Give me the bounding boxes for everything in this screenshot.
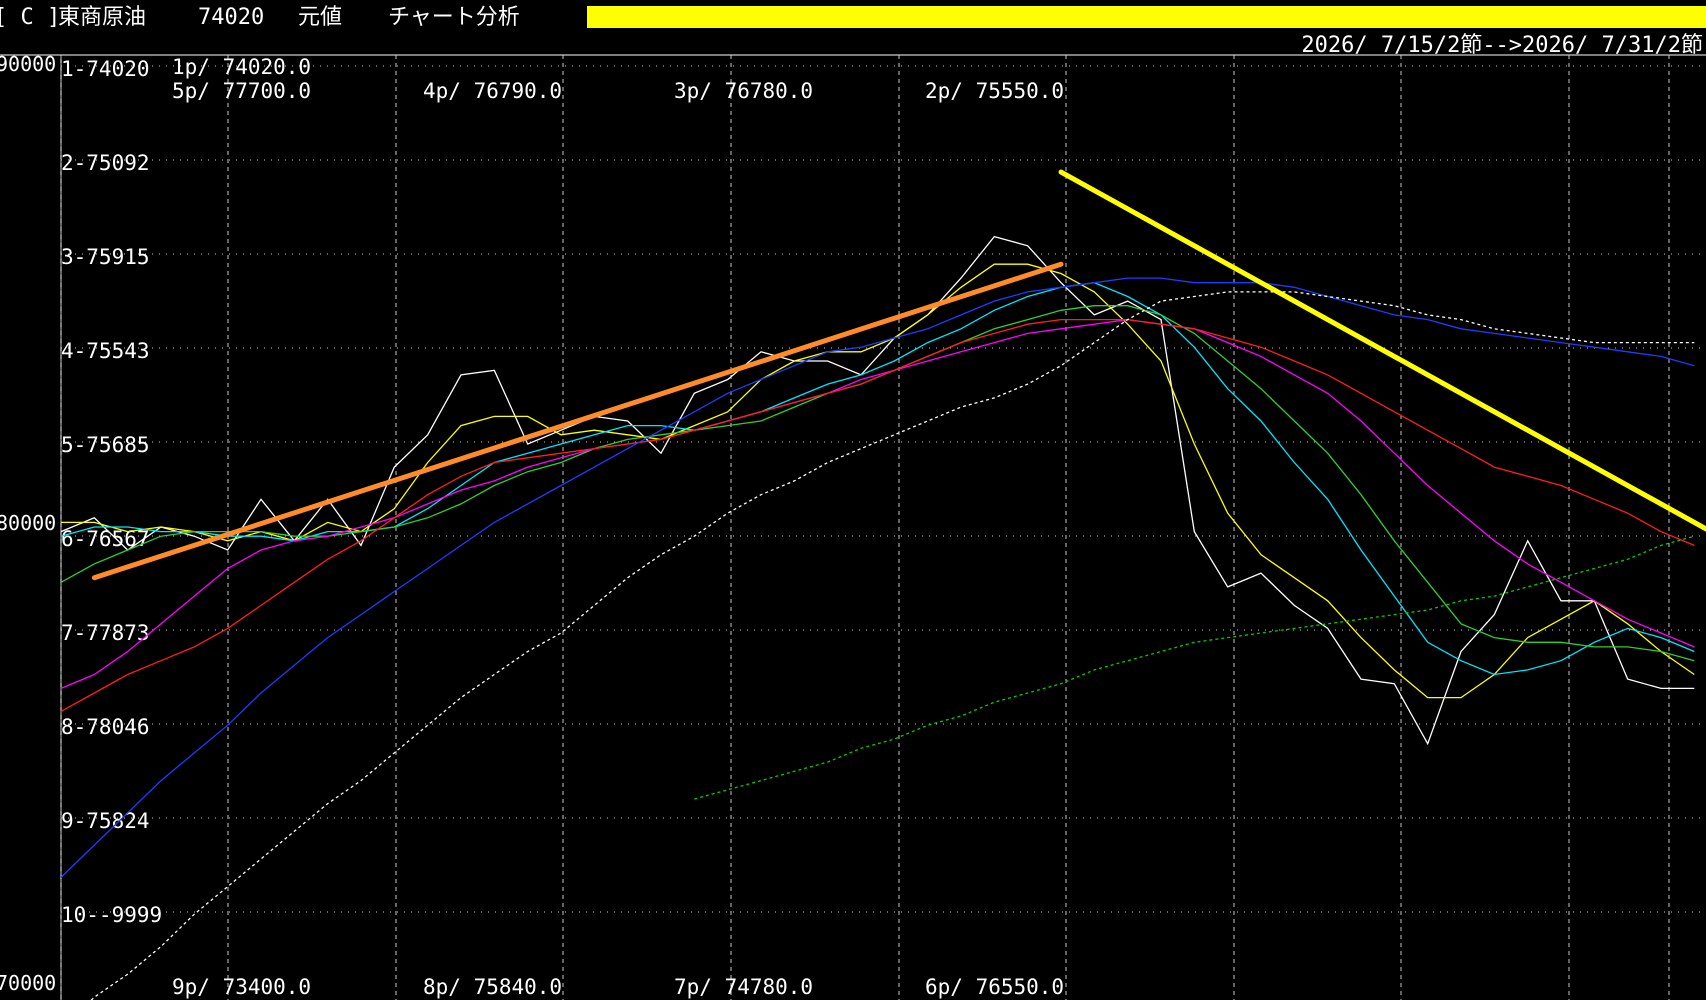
price-label-top: 5p/ 77700.0 [172,79,311,103]
price-label-top: 3p/ 76780.0 [674,79,813,103]
date-range: 2026/ 7/15/2節-->2026/ 7/31/2節 [1301,33,1703,58]
row-label: 1-74020 [61,57,150,81]
series-line-ma10 [60,282,1695,676]
trendline-yellow-downtrend[interactable] [1058,169,1706,541]
row-labels: 1-740202-750923-759154-755435-756856-765… [61,57,162,927]
header-mode: 元値 [298,5,342,30]
y-axis-label: 90000 [0,52,56,76]
row-label: 9-75824 [61,809,150,833]
y-axis-labels: 90000 80000 70000 [0,52,56,995]
price-label-bottom: 6p/ 76550.0 [925,975,1064,999]
row-label: 8-78046 [61,715,150,739]
chart-root: [ C ] 東商原油 74020 元値 チャート分析 2026/ 7/15/2節… [0,0,1706,1000]
header-code: 74020 [198,5,264,30]
series-line-ma200 [694,535,1695,800]
price-label-bottom: 7p/ 74780.0 [674,975,813,999]
row-label: 2-75092 [61,151,150,175]
price-label-top: 1p/ 74020.0 [172,55,311,79]
y-axis-label: 70000 [0,971,56,995]
row-label: 10--9999 [61,903,162,927]
header-highlight-bar [587,6,1706,28]
series-layer [60,235,1695,1000]
row-label: 4-75543 [61,339,150,363]
price-label-top: 2p/ 75550.0 [925,79,1064,103]
y-axis-label: 80000 [0,511,56,535]
series-line-ma5 [61,263,1695,699]
series-line-ma20 [60,318,1695,689]
price-label-bottom: 8p/ 75840.0 [423,975,562,999]
trendline-orange-uptrend[interactable] [91,261,1064,581]
series-line-price [60,235,1695,746]
header-title[interactable]: チャート分析 [388,5,520,30]
series-line-ma25 [60,318,1695,712]
row-label: 7-77873 [61,621,150,645]
row-label: 5-75685 [61,433,150,457]
price-label-top: 4p/ 76790.0 [423,79,562,103]
price-label-bottom: 9p/ 73400.0 [172,975,311,999]
header-name: 東商原油 [58,5,146,30]
row-label: 3-75915 [61,245,150,269]
trend-layer [91,169,1706,581]
series-line-ma15 [60,305,1695,662]
series-line-ma75 [90,291,1695,1000]
grid [60,55,1706,1000]
header-bracket: [ C ] [0,5,60,30]
